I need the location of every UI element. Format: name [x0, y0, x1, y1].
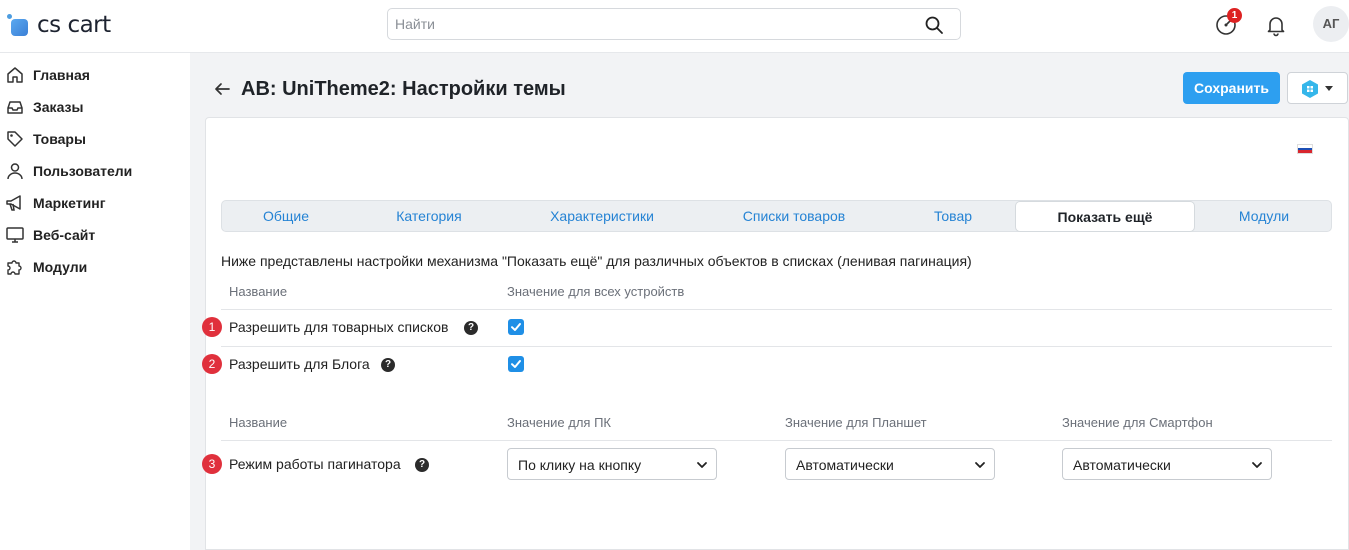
- help-icon[interactable]: ?: [381, 358, 395, 372]
- sidebar-item-addons[interactable]: Модули: [5, 255, 87, 279]
- setting-label: Режим работы пагинатора: [229, 456, 401, 472]
- sidebar-item-marketing[interactable]: Маркетинг: [5, 191, 106, 215]
- help-icon[interactable]: ?: [415, 458, 429, 472]
- sidebar-item-products[interactable]: Товары: [5, 127, 86, 151]
- enable-product-lists-checkbox[interactable]: [508, 319, 524, 335]
- sidebar-item-orders[interactable]: Заказы: [5, 95, 83, 119]
- logo-text: cs cart: [37, 12, 111, 38]
- inbox-icon: [7, 101, 23, 114]
- column-header-pc: Значение для ПК: [507, 415, 611, 430]
- addon-hexagon-icon: [1302, 80, 1318, 98]
- tag-icon: [7, 131, 23, 147]
- chevron-down-icon: [1325, 86, 1333, 91]
- sidebar-item-users[interactable]: Пользователи: [5, 159, 132, 183]
- column-header-value-all: Значение для всех устройств: [507, 284, 685, 299]
- paginator-mode-tablet-select[interactable]: Автоматически: [785, 448, 995, 480]
- sidebar-item-home[interactable]: Главная: [5, 63, 90, 87]
- page-title: AB: UniTheme2: Настройки темы: [241, 78, 566, 100]
- setting-label: Разрешить для Блога: [229, 356, 370, 372]
- home-icon: [7, 67, 23, 83]
- select-value: По клику на кнопку: [518, 457, 642, 473]
- bell-icon[interactable]: [1263, 12, 1289, 38]
- sidebar: Главная Заказы Товары Пользователи Марке…: [0, 53, 190, 550]
- step-number-badge: 2: [202, 354, 222, 374]
- help-icon[interactable]: ?: [464, 321, 478, 335]
- tab-show-more[interactable]: Показать ещё: [1015, 201, 1195, 232]
- back-arrow-icon[interactable]: [213, 80, 231, 98]
- setting-label: Разрешить для товарных списков: [229, 319, 449, 335]
- chevron-down-icon: [1252, 462, 1262, 468]
- search-box[interactable]: [387, 8, 961, 40]
- select-value: Автоматически: [796, 457, 894, 473]
- column-header-name: Название: [229, 284, 288, 299]
- divider: [221, 346, 1332, 347]
- tab-addons[interactable]: Модули: [1195, 201, 1333, 231]
- addon-menu-button[interactable]: [1287, 72, 1348, 104]
- monitor-icon: [6, 227, 24, 243]
- divider: [221, 309, 1332, 310]
- sidebar-item-website[interactable]: Веб-сайт: [5, 223, 95, 247]
- user-icon: [7, 163, 23, 180]
- tab-product-lists[interactable]: Списки товаров: [696, 201, 892, 231]
- search-input[interactable]: [388, 9, 908, 39]
- logo[interactable]: cs cart: [7, 12, 111, 38]
- megaphone-icon: [6, 195, 21, 211]
- sidebar-item-label: Маркетинг: [33, 195, 106, 211]
- checkmark-icon: [511, 360, 521, 368]
- sidebar-item-label: Заказы: [33, 99, 84, 115]
- sidebar-item-label: Товары: [33, 131, 86, 147]
- puzzle-icon: [7, 260, 22, 275]
- tab-bar: Общие Категория Характеристики Списки то…: [221, 200, 1332, 232]
- sidebar-item-label: Веб-сайт: [33, 227, 96, 243]
- select-value: Автоматически: [1073, 457, 1171, 473]
- top-bar: cs cart 1 АГ: [0, 0, 1349, 53]
- sidebar-item-label: Модули: [33, 259, 88, 275]
- avatar[interactable]: АГ: [1313, 6, 1349, 42]
- sidebar-item-label: Пользователи: [33, 163, 133, 179]
- sidebar-item-label: Главная: [33, 67, 90, 83]
- tab-features[interactable]: Характеристики: [508, 201, 696, 231]
- divider: [221, 440, 1332, 441]
- settings-description: Ниже представлены настройки механизма "П…: [221, 253, 972, 269]
- notification-badge: 1: [1227, 8, 1242, 23]
- checkmark-icon: [511, 323, 521, 331]
- step-number-badge: 3: [202, 454, 222, 474]
- step-number-badge: 1: [202, 317, 222, 337]
- enable-blog-checkbox[interactable]: [508, 356, 524, 372]
- column-header-name: Название: [229, 415, 288, 430]
- column-header-tablet: Значение для Планшет: [785, 415, 927, 430]
- search-icon[interactable]: [924, 15, 944, 35]
- chevron-down-icon: [697, 462, 707, 468]
- chevron-down-icon: [975, 462, 985, 468]
- column-header-phone: Значение для Смартфон: [1062, 415, 1213, 430]
- logo-mark-icon: [7, 14, 29, 36]
- paginator-mode-phone-select[interactable]: Автоматически: [1062, 448, 1272, 480]
- save-button[interactable]: Сохранить: [1183, 72, 1280, 104]
- tab-general[interactable]: Общие: [222, 201, 350, 231]
- paginator-mode-pc-select[interactable]: По клику на кнопку: [507, 448, 717, 480]
- tab-category[interactable]: Категория: [350, 201, 508, 231]
- tab-product[interactable]: Товар: [892, 201, 1014, 231]
- russian-flag-icon[interactable]: [1297, 144, 1313, 154]
